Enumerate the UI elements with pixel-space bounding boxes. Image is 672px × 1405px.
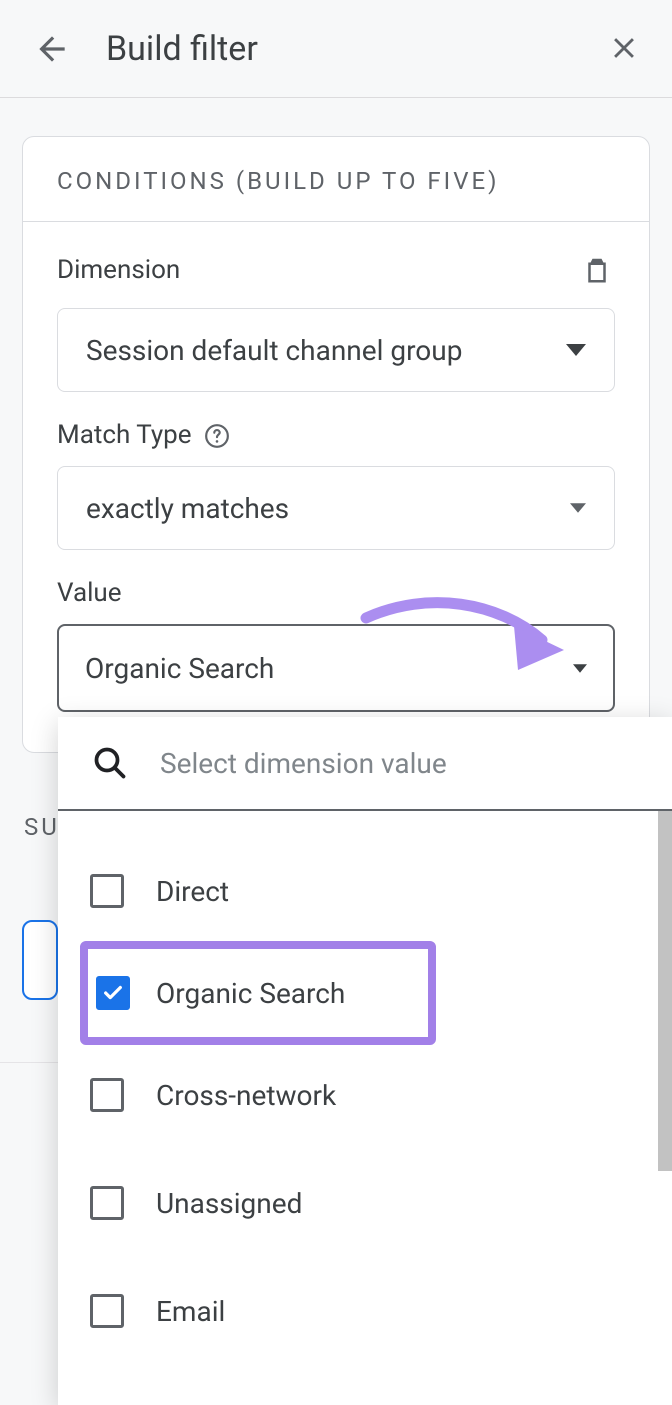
option-label: Email (156, 1295, 225, 1328)
match-type-label: Match Type (57, 420, 615, 450)
dropdown-search-placeholder: Select dimension value (160, 747, 447, 780)
dropdown-option[interactable]: Cross-network (58, 1041, 672, 1149)
match-type-select-value: exactly matches (86, 492, 289, 525)
checkbox[interactable] (96, 976, 130, 1010)
caret-down-icon (570, 503, 586, 513)
search-icon (90, 743, 130, 783)
value-select[interactable]: Organic Search (57, 624, 615, 712)
checkbox[interactable] (90, 1186, 124, 1220)
option-label: Direct (156, 875, 229, 908)
checkbox[interactable] (90, 1078, 124, 1112)
dimension-label: Dimension (57, 255, 180, 285)
apply-button-edge[interactable] (22, 920, 58, 1000)
conditions-header: Conditions (build up to five) (23, 137, 649, 222)
checkbox[interactable] (90, 874, 124, 908)
checkbox[interactable] (90, 1294, 124, 1328)
dropdown-option[interactable]: Email (58, 1257, 672, 1365)
back-arrow-icon[interactable] (28, 25, 76, 73)
option-label: Organic Search (156, 977, 345, 1010)
dimension-select[interactable]: Session default channel group (57, 308, 615, 392)
close-icon[interactable] (600, 24, 648, 72)
caret-down-icon (573, 664, 587, 673)
option-label: Cross-network (156, 1079, 336, 1112)
dropdown-option[interactable]: Direct (58, 837, 672, 945)
value-label: Value (57, 578, 615, 608)
value-dropdown: Select dimension value Direct Organic Sea… (58, 717, 672, 1405)
dropdown-option[interactable]: Organic Search (84, 945, 432, 1041)
caret-down-icon (566, 344, 586, 356)
match-type-select[interactable]: exactly matches (57, 466, 615, 550)
option-label: Unassigned (156, 1187, 302, 1220)
help-icon[interactable] (204, 423, 230, 449)
conditions-card: Conditions (build up to five) Dimension … (22, 136, 650, 753)
dimension-select-value: Session default channel group (86, 334, 462, 367)
conditions-section-label: Conditions (build up to five) (57, 167, 615, 195)
dropdown-option[interactable]: Unassigned (58, 1149, 672, 1257)
delete-condition-icon[interactable] (579, 252, 615, 288)
dropdown-options: Direct Organic Search Cross-network Unassig… (58, 811, 672, 1405)
scrollbar[interactable] (658, 811, 672, 1171)
value-select-value: Organic Search (85, 652, 274, 685)
page-title: Build filter (106, 29, 644, 69)
dropdown-search-row[interactable]: Select dimension value (58, 717, 672, 811)
header: Build filter (0, 0, 672, 98)
